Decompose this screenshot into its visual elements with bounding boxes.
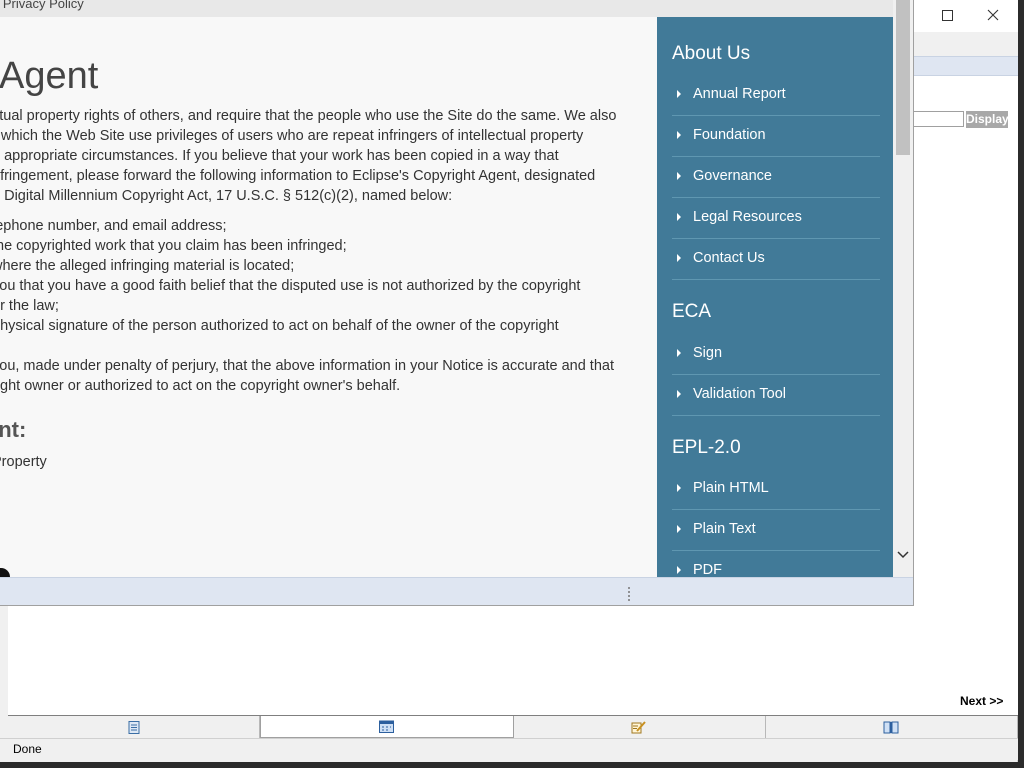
- sidebar-nav: About Us Annual Report Foundation Govern…: [657, 17, 893, 577]
- caret-right-icon: [677, 566, 681, 574]
- sidebar-item-legal-resources[interactable]: Legal Resources: [672, 198, 880, 239]
- sidebar-item-governance[interactable]: Governance: [672, 157, 880, 198]
- list-line: physical signature of the person authori…: [0, 318, 559, 334]
- caret-right-icon: [677, 390, 681, 398]
- caret-right-icon: [677, 172, 681, 180]
- list-line: you that you have a good faith belief th…: [0, 278, 581, 294]
- sidebar-item-label: Foundation: [693, 127, 766, 143]
- browser-popup-window: g Privacy Policy t Agent ctual property …: [0, 0, 914, 606]
- tab-calendar[interactable]: [260, 716, 514, 738]
- sidebar-item-plain-text[interactable]: Plain Text: [672, 510, 880, 551]
- caret-right-icon: [677, 213, 681, 221]
- caret-right-icon: [677, 131, 681, 139]
- list-line: lephone number, and email address;: [0, 218, 227, 234]
- sidebar-item-label: Plain HTML: [693, 480, 769, 496]
- page-main-content: t Agent ctual property rights of others,…: [0, 17, 657, 577]
- paragraph-line: e Digital Millennium Copyright Act, 17 U…: [0, 188, 453, 204]
- display-button[interactable]: Display: [966, 111, 1009, 128]
- agent-line: Property: [0, 454, 47, 470]
- caret-right-icon: [677, 254, 681, 262]
- close-button[interactable]: [970, 0, 1016, 30]
- paragraph-line: ctual property rights of others, and req…: [0, 108, 617, 124]
- status-bar: Done: [0, 738, 1018, 760]
- vertical-scrollbar[interactable]: [893, 0, 913, 577]
- document-icon: [128, 720, 140, 734]
- sidebar-heading-epl: EPL-2.0: [672, 437, 741, 458]
- sidebar-item-annual-report[interactable]: Annual Report: [672, 75, 880, 116]
- sidebar-item-label: Sign: [693, 345, 723, 361]
- sidebar-item-label: Governance: [693, 168, 772, 184]
- sidebar-item-label: PDF: [693, 562, 722, 577]
- paragraph-line: r which the Web Site use privileges of u…: [0, 128, 584, 144]
- maximize-button[interactable]: [924, 0, 970, 30]
- privacy-policy-link[interactable]: g Privacy Policy: [0, 0, 84, 11]
- caret-right-icon: [677, 484, 681, 492]
- paragraph-line: n appropriate circumstances. If you beli…: [0, 148, 559, 164]
- sidebar-item-label: Plain Text: [693, 521, 756, 537]
- caret-right-icon: [677, 525, 681, 533]
- list-line: where the alleged infringing material is…: [0, 258, 295, 274]
- page-title: t Agent: [0, 55, 99, 97]
- agent-heading: ent:: [0, 417, 27, 442]
- list-line: or the law;: [0, 298, 59, 314]
- sidebar-heading-about-us: About Us: [672, 43, 751, 64]
- search-input[interactable]: [912, 111, 964, 127]
- list-line: you, made under penalty of perjury, that…: [0, 358, 614, 374]
- status-text: Done: [13, 742, 42, 756]
- sidebar-item-label: Annual Report: [693, 86, 786, 102]
- sidebar-item-label: Validation Tool: [693, 386, 786, 402]
- sidebar-item-pdf[interactable]: PDF: [672, 551, 880, 577]
- tab-document[interactable]: [8, 716, 261, 738]
- back-to-top-button[interactable]: [0, 568, 10, 577]
- sidebar-item-sign[interactable]: Sign: [672, 334, 880, 375]
- sidebar-item-label: Contact Us: [693, 250, 765, 266]
- sidebar-item-label: Legal Resources: [693, 209, 802, 225]
- edit-icon: [631, 721, 646, 734]
- sidebar-item-validation-tool[interactable]: Validation Tool: [672, 375, 880, 416]
- sidebar-heading-eca: ECA: [672, 301, 712, 322]
- sidebar-item-plain-html[interactable]: Plain HTML: [672, 469, 880, 510]
- tab-edit[interactable]: [514, 716, 766, 738]
- bottom-tab-bar: [8, 716, 1018, 738]
- chevron-down-icon: [897, 551, 909, 559]
- caret-right-icon: [677, 349, 681, 357]
- resize-grip-icon[interactable]: [627, 586, 631, 602]
- sidebar-item-contact-us[interactable]: Contact Us: [672, 239, 880, 280]
- close-icon: [987, 9, 999, 21]
- caret-right-icon: [677, 90, 681, 98]
- popup-status-bar: [0, 577, 913, 605]
- scroll-down-button[interactable]: [895, 547, 911, 563]
- book-icon: [883, 721, 899, 733]
- scrollbar-thumb[interactable]: [896, 0, 910, 155]
- paragraph-line: nfringement, please forward the followin…: [0, 168, 596, 184]
- list-line: right owner or authorized to act on the …: [0, 378, 401, 394]
- calendar-icon: [379, 720, 395, 733]
- sidebar-item-foundation[interactable]: Foundation: [672, 116, 880, 157]
- tab-book[interactable]: [766, 716, 1018, 738]
- next-link[interactable]: Next >>: [960, 694, 1003, 708]
- list-line: the copyrighted work that you claim has …: [0, 238, 347, 254]
- maximize-icon: [941, 9, 953, 21]
- popup-top-bar: g Privacy Policy: [0, 0, 893, 17]
